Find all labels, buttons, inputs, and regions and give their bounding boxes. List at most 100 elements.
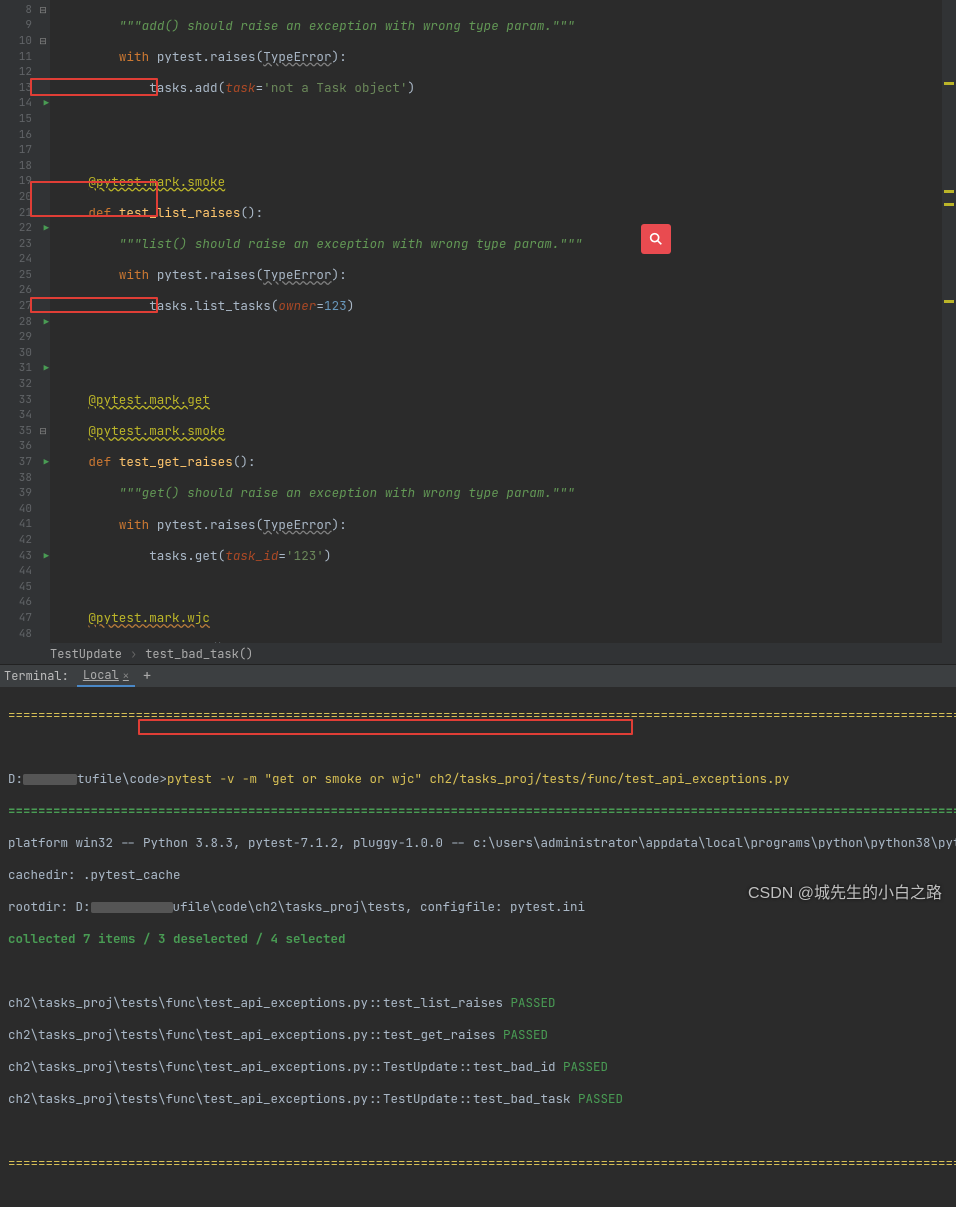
line-number: 37▶ <box>0 454 50 470</box>
decorator: @pytest.mark.wjc <box>88 609 210 626</box>
breadcrumb-fn[interactable]: test_bad_task() <box>145 646 253 662</box>
term-line: collected 7 items / 3 deselected / 4 sel… <box>8 931 948 947</box>
code-line <box>58 142 956 158</box>
line-number: 11 <box>0 49 50 65</box>
line-number: 8⊟ <box>0 2 50 18</box>
run-icon[interactable]: ▶ <box>44 362 49 374</box>
term-line: ch2\tasks_proj\tests\func\test_api_excep… <box>8 1027 948 1043</box>
line-number: 20 <box>0 189 50 205</box>
term-line: ========================================… <box>8 707 948 723</box>
run-icon[interactable]: ▶ <box>44 222 49 234</box>
add-terminal-button[interactable]: + <box>143 667 151 685</box>
code-area[interactable]: """add() should raise an exception with … <box>50 0 956 643</box>
line-number: 13 <box>0 80 50 96</box>
line-number: 22▶ <box>0 220 50 236</box>
line-number: 26 <box>0 283 50 299</box>
breadcrumb-separator: › <box>130 646 137 662</box>
decorator: @pytest.mark.get <box>88 391 210 408</box>
docstring: """add() should raise an exception with … <box>119 17 575 34</box>
fold-icon[interactable]: ⊟ <box>38 5 48 15</box>
line-number: 27 <box>0 298 50 314</box>
line-number: 28▶ <box>0 314 50 330</box>
code-line: class TestUpdate(): <box>58 641 956 643</box>
line-number: 43▶ <box>0 548 50 564</box>
term-line <box>8 963 948 979</box>
line-number: 21 <box>0 205 50 221</box>
line-number: 34 <box>0 407 50 423</box>
terminal-output[interactable]: ========================================… <box>0 687 956 1207</box>
line-number: 45 <box>0 579 50 595</box>
line-number: 23 <box>0 236 50 252</box>
code-line: def test_get_raises(): <box>58 454 956 470</box>
code-line: tasks.get(task_id='123') <box>58 548 956 564</box>
run-icon[interactable]: ▶ <box>44 456 49 468</box>
terminal-tab[interactable]: Local✕ <box>77 665 135 687</box>
search-icon <box>648 231 664 247</box>
code-line: @pytest.mark.smoke <box>58 423 956 439</box>
code-line: @pytest.mark.wjc <box>58 610 956 626</box>
code-line: with pytest.raises(TypeError): <box>58 267 956 283</box>
code-line: def test_list_raises(): <box>58 205 956 221</box>
term-line: ch2\tasks_proj\tests\func\test_api_excep… <box>8 1091 948 1107</box>
line-number: 14▶ <box>0 96 50 112</box>
term-line: platform win32 -- Python 3.8.3, pytest-7… <box>8 835 948 851</box>
code-line: """get() should raise an exception with … <box>58 485 956 501</box>
code-line <box>58 111 956 127</box>
code-line <box>58 361 956 377</box>
line-number: 38 <box>0 470 50 486</box>
line-number: 19 <box>0 174 50 190</box>
code-line: @pytest.mark.get <box>58 392 956 408</box>
breadcrumb-class[interactable]: TestUpdate <box>50 646 122 662</box>
line-number: 24 <box>0 252 50 268</box>
line-number: 35⊟ <box>0 423 50 439</box>
run-icon[interactable]: ▶ <box>44 550 49 562</box>
fold-icon[interactable]: ⊟ <box>38 36 48 46</box>
term-line <box>8 1123 948 1139</box>
gutter: 8⊟ 9 10⊟ 11 12 13 14▶ 15 16 17 18 19 20 … <box>0 0 50 643</box>
line-number: 18 <box>0 158 50 174</box>
code-editor[interactable]: 8⊟ 9 10⊟ 11 12 13 14▶ 15 16 17 18 19 20 … <box>0 0 956 643</box>
terminal-label: Terminal: <box>4 668 69 684</box>
line-number: 30 <box>0 345 50 361</box>
term-line: ch2\tasks_proj\tests\func\test_api_excep… <box>8 995 948 1011</box>
line-number: 42 <box>0 532 50 548</box>
code-line: """list() should raise an exception with… <box>58 236 956 252</box>
line-number: 32 <box>0 376 50 392</box>
fold-icon[interactable]: ⊟ <box>38 426 48 436</box>
find-button[interactable] <box>641 224 671 254</box>
line-number: 46 <box>0 595 50 611</box>
term-line: ========================================… <box>8 1155 948 1171</box>
line-number: 33 <box>0 392 50 408</box>
run-icon[interactable]: ▶ <box>44 316 49 328</box>
error-stripe[interactable] <box>942 0 956 643</box>
redacted-block <box>91 902 173 913</box>
line-number: 25 <box>0 267 50 283</box>
code-line <box>58 579 956 595</box>
term-line: ch2\tasks_proj\tests\func\test_api_excep… <box>8 1059 948 1075</box>
line-number: 48 <box>0 626 50 642</box>
line-number: 44 <box>0 563 50 579</box>
line-number: 16 <box>0 127 50 143</box>
terminal-header: Terminal: Local✕ + <box>0 664 956 687</box>
line-number: 12 <box>0 64 50 80</box>
term-line: cachedir: .pytest_cache <box>8 867 948 883</box>
redacted-block <box>23 774 77 785</box>
line-number: 40 <box>0 501 50 517</box>
run-icon[interactable]: ▶ <box>44 97 49 109</box>
code-line: @pytest.mark.smoke <box>58 174 956 190</box>
line-number: 29 <box>0 329 50 345</box>
close-tab-icon[interactable]: ✕ <box>123 669 129 682</box>
line-number: 36 <box>0 439 50 455</box>
term-line: ========================================… <box>8 803 948 819</box>
line-number: 39 <box>0 485 50 501</box>
line-number: 31▶ <box>0 361 50 377</box>
line-number: 9 <box>0 18 50 34</box>
line-number: 15 <box>0 111 50 127</box>
line-number: 10⊟ <box>0 33 50 49</box>
code-line: tasks.list_tasks(owner=123) <box>58 298 956 314</box>
breadcrumb[interactable]: TestUpdate › test_bad_task() <box>0 643 956 664</box>
code-line: with pytest.raises(TypeError): <box>58 49 956 65</box>
decorator: @pytest.mark.smoke <box>88 422 225 439</box>
code-line: with pytest.raises(TypeError): <box>58 517 956 533</box>
term-line <box>8 739 948 755</box>
